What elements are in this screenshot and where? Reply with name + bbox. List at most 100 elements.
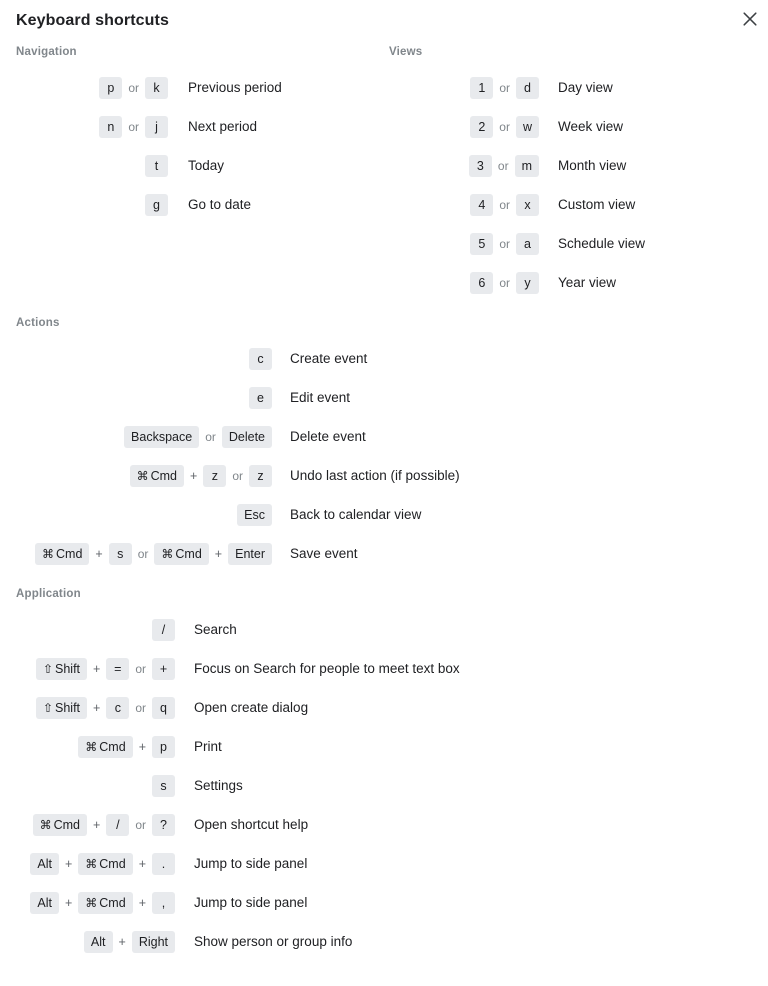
shortcut-keys: ⇧ Shift + c or q	[0, 696, 175, 719]
key-or-separator: or	[135, 700, 146, 715]
shortcut-row: Alt + ⌘ Cmd +, Jump to side panel	[0, 883, 768, 922]
shortcut-list-actions: c Create event e Edit event Backspace or Delet…	[0, 339, 768, 573]
shortcut-row: g Go to date	[0, 185, 384, 224]
shortcut-keys: Alt + ⌘ Cmd +,	[0, 891, 175, 914]
shortcut-list-application: / Search ⇧ Shift + = or + Focus on Search for pe…	[0, 610, 768, 961]
key-or-separator: or	[499, 197, 510, 212]
page-title: Keyboard shortcuts	[16, 12, 169, 29]
shortcut-description: Back to calendar view	[290, 507, 422, 522]
key-plus-separator: +	[138, 895, 146, 910]
shortcut-description: Open shortcut help	[194, 817, 309, 832]
close-icon	[743, 12, 757, 26]
shortcut-keys: Backspace or Delete	[0, 425, 272, 448]
key-chip: z	[203, 464, 227, 487]
key-or-separator: or	[499, 119, 510, 134]
shortcut-description: Schedule view	[558, 236, 646, 251]
section-label-application: Application	[16, 588, 81, 600]
shortcut-description: Edit event	[290, 390, 351, 405]
key-chip: ⌘ Cmd	[78, 852, 133, 875]
key-chip-label: Cmd	[175, 546, 202, 561]
shortcut-row: 6 or y Year view	[384, 263, 768, 302]
command-icon: ⌘	[42, 546, 54, 561]
shortcut-description: Custom view	[558, 197, 636, 212]
key-or-separator: or	[137, 546, 149, 561]
key-chip: ⌘ Cmd	[129, 464, 185, 487]
shortcut-description: Print	[194, 739, 222, 754]
shortcut-row: Esc Back to calendar view	[0, 495, 768, 534]
section-label-navigation: Navigation	[16, 46, 77, 58]
shortcut-description: Search	[194, 622, 237, 637]
shortcut-keys: 6 or y	[384, 271, 539, 294]
shortcut-description: Focus on Search for people to meet text …	[194, 661, 460, 676]
shortcut-description: Week view	[558, 119, 624, 134]
shortcut-row: e Edit event	[0, 378, 768, 417]
shortcut-list-navigation: p or k Previous period n or j Next period t Today…	[0, 68, 384, 224]
shortcut-description: Year view	[558, 275, 617, 290]
key-chip: /	[106, 813, 130, 836]
shortcut-keys: /	[0, 618, 175, 641]
shortcut-keys: c	[0, 347, 272, 370]
key-chip-label: Cmd	[150, 468, 178, 483]
shortcut-keys: Alt + Right	[0, 930, 175, 953]
shortcut-row: Alt + Right Show person or group info	[0, 922, 768, 961]
key-or-separator: or	[135, 661, 146, 676]
key-chip-label: Cmd	[99, 856, 126, 871]
key-chip: y	[516, 271, 539, 294]
shortcut-row: Backspace or Delete Delete event	[0, 417, 768, 456]
key-chip: Delete	[221, 425, 272, 448]
shortcut-list-views: 1 or d Day view 2 or w Week view 3 or m Month view 4…	[384, 68, 768, 302]
shortcut-row: / Search	[0, 610, 768, 649]
shortcut-description: Jump to side panel	[194, 856, 308, 871]
key-chip: p	[152, 735, 175, 758]
shortcut-row: 4 or x Custom view	[384, 185, 768, 224]
key-or-separator: or	[499, 236, 510, 251]
key-chip: =	[106, 657, 130, 680]
shortcut-description: Today	[188, 158, 225, 173]
shortcut-description: Day view	[558, 80, 613, 95]
shortcut-description: Settings	[194, 778, 243, 793]
key-chip: g	[145, 193, 168, 216]
shortcut-row: ⌘ Cmd + s or ⌘ Cmd + Enter Save event	[0, 534, 768, 573]
command-icon: ⌘	[161, 546, 174, 561]
key-or-separator: or	[205, 429, 216, 444]
shortcut-description: Next period	[188, 119, 258, 134]
key-chip: Enter	[228, 542, 272, 565]
section-label-views: Views	[389, 46, 423, 58]
key-chip-label: Cmd	[53, 817, 81, 832]
key-chip: a	[516, 232, 539, 255]
key-or-separator: or	[499, 80, 510, 95]
key-chip: z	[249, 464, 272, 487]
shortcut-row: s Settings	[0, 766, 768, 805]
shortcut-keys: 5 or a	[384, 232, 539, 255]
command-icon: ⌘	[85, 739, 98, 754]
section-views: Views 1 or d Day view 2 or w Week view 3 or m Month…	[384, 46, 768, 302]
key-chip: j	[145, 115, 168, 138]
shortcut-keys: ⌘ Cmd + / or?	[0, 813, 175, 836]
key-or-separator: or	[499, 275, 510, 290]
key-chip-label: Cmd	[56, 546, 83, 561]
key-chip: c	[249, 347, 272, 370]
shortcut-row: ⌘ Cmd + z or z Undo last action (if possible)	[0, 456, 768, 495]
shortcut-row: ⇧ Shift + c or q Open create dialog	[0, 688, 768, 727]
shortcut-description: Jump to side panel	[194, 895, 308, 910]
command-icon: ⌘	[136, 468, 149, 483]
shortcut-row: 1 or d Day view	[384, 68, 768, 107]
key-plus-separator: +	[64, 895, 73, 910]
key-chip: ⌘ Cmd	[78, 735, 133, 758]
shortcut-row: ⌘ Cmd + / or? Open shortcut help	[0, 805, 768, 844]
shortcut-row: ⇧ Shift + = or + Focus on Search for people to…	[0, 649, 768, 688]
close-button[interactable]	[737, 6, 763, 32]
section-actions: Actions c Create event e Edit event Backspac…	[0, 317, 768, 573]
key-chip: m	[514, 154, 539, 177]
shortcut-keys: g	[0, 193, 168, 216]
key-or-separator: or	[497, 158, 509, 173]
shortcut-keys: ⌘ Cmd + p	[0, 735, 175, 758]
shortcut-keys: ⇧ Shift + = or +	[0, 657, 175, 680]
key-chip: ⌘ Cmd	[154, 542, 209, 565]
shortcut-description: Undo last action (if possible)	[290, 468, 460, 483]
key-chip: 2	[470, 115, 494, 138]
command-icon: ⌘	[85, 895, 98, 910]
key-chip: c	[106, 696, 130, 719]
shortcut-row: 2 or w Week view	[384, 107, 768, 146]
key-chip: q	[152, 696, 175, 719]
